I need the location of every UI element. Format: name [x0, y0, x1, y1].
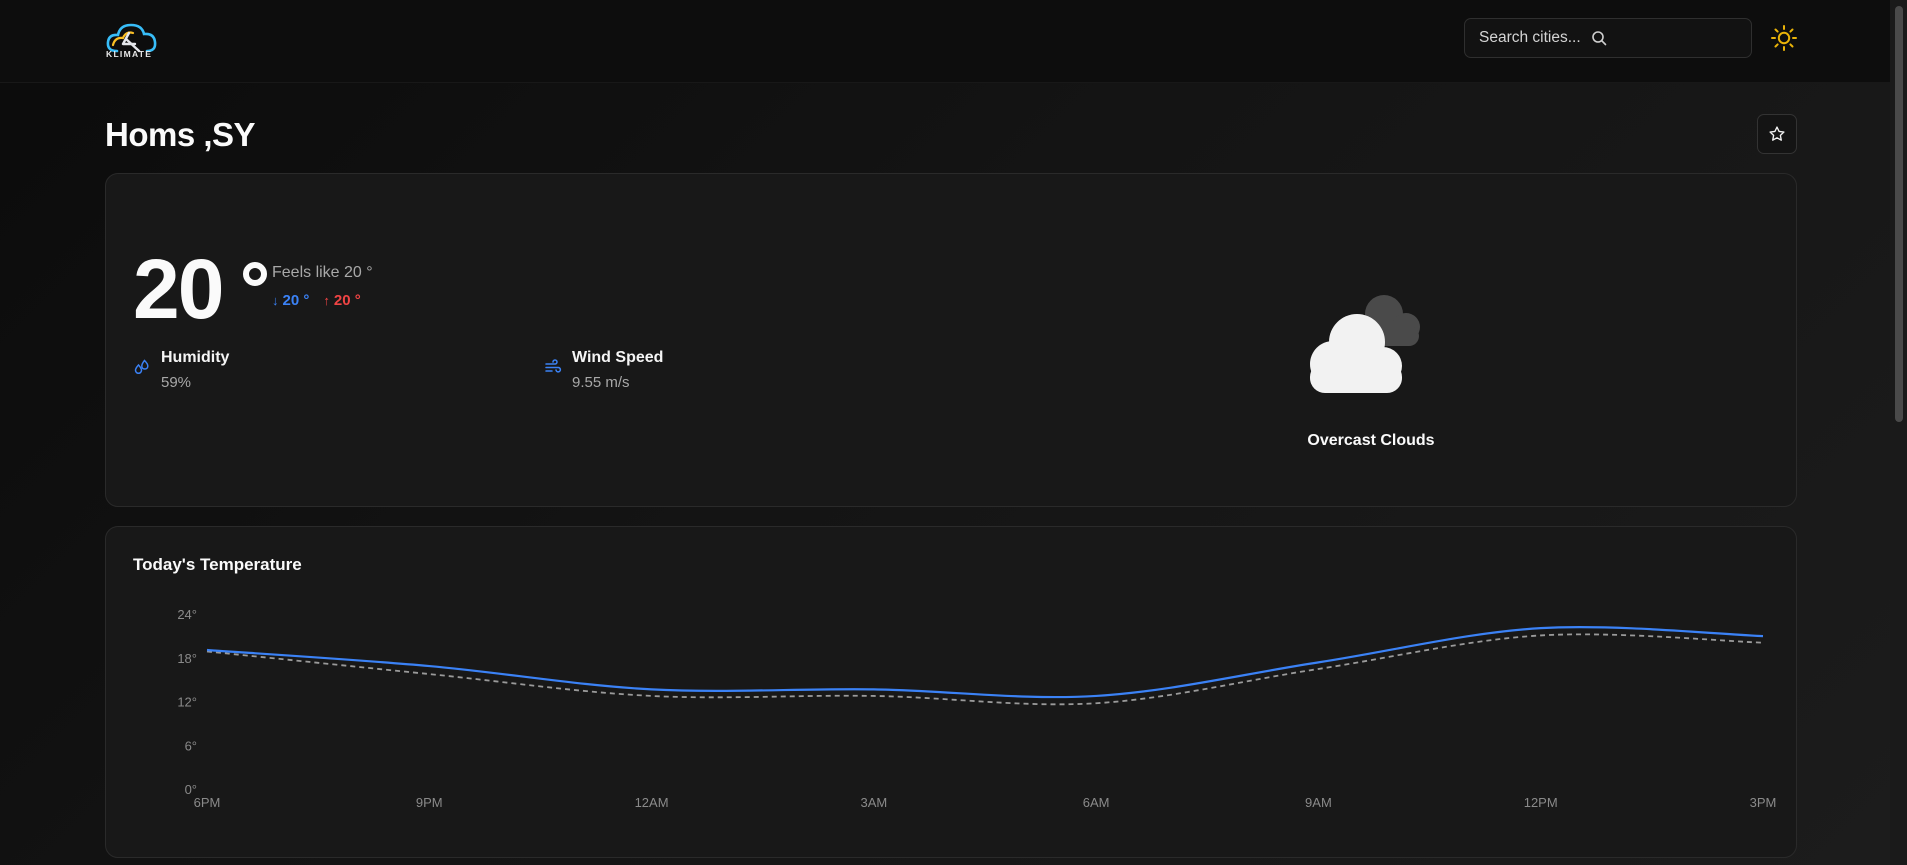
star-icon: [1769, 126, 1785, 141]
max-temperature: ↑ 20 °: [323, 292, 360, 309]
search-placeholder: Search cities...: [1479, 29, 1581, 46]
city-title: Homs ,SY: [105, 116, 256, 153]
scrollbar-thumb[interactable]: [1895, 6, 1903, 422]
x-tick-label: 9PM: [416, 795, 443, 810]
x-tick-label: 3PM: [1750, 795, 1777, 810]
temp-line: [206, 626, 1764, 699]
wind-speed-stat: Wind Speed 9.55 m/s: [544, 349, 663, 391]
max-temperature-value: 20 °: [333, 292, 361, 309]
temperature-line-chart: 0°6°12°18°24°6PM 9PM 12AM 3AM 6AM 9AM 12PM 3PM: [177, 607, 1777, 810]
x-tick-label: 9AM: [1305, 795, 1332, 810]
x-tick-label: 12AM: [635, 795, 669, 810]
x-tick-label: 12PM: [1524, 795, 1558, 810]
app-header: KLIMATE Search cities...: [0, 0, 1890, 83]
weather-description: Overcast Clouds: [1307, 432, 1435, 449]
min-max-temperature: ↓ 20 ° ↑ 20 °: [272, 292, 361, 309]
degree-symbol: [243, 262, 267, 286]
x-tick-label: 3AM: [860, 795, 887, 810]
y-tick-label: 24°: [177, 607, 197, 622]
x-tick-label: 6PM: [194, 795, 221, 810]
droplets-icon: [134, 359, 149, 374]
city-search-button[interactable]: Search cities...: [1464, 18, 1752, 58]
overcast-clouds-icon: [1310, 295, 1420, 393]
y-tick-label: 6°: [185, 738, 197, 753]
theme-toggle-sun-icon[interactable]: [1770, 24, 1798, 52]
humidity-value: 59%: [161, 374, 192, 391]
x-tick-label: 6AM: [1083, 795, 1110, 810]
arrow-up-icon: ↑: [323, 293, 330, 308]
current-weather-card: 20 Feels like 20 ° ↓ 20 ° ↑ 20 ° Humidit…: [105, 173, 1797, 507]
feels-like: Feels like 20 °: [272, 264, 373, 281]
humidity-label: Humidity: [161, 349, 230, 366]
wind-speed-value: 9.55 m/s: [572, 374, 630, 391]
search-icon: [1591, 31, 1606, 46]
page-scrollbar[interactable]: [1890, 0, 1907, 865]
temperature-chart-card: Today's Temperature 0° 6° 12° 18° 24° 6PM 9PM 1…: [105, 526, 1797, 858]
humidity-stat: Humidity 59%: [133, 349, 229, 391]
arrow-down-icon: ↓: [272, 293, 279, 308]
y-tick-label: 12°: [177, 695, 197, 710]
wind-speed-label: Wind Speed: [572, 349, 664, 366]
min-temperature-value: 20 °: [282, 292, 310, 309]
logo-text: KLIMATE: [106, 49, 153, 59]
wind-icon: [545, 359, 562, 373]
current-temperature: 20: [133, 242, 224, 336]
favorite-button[interactable]: [1757, 114, 1797, 154]
min-temperature: ↓ 20 °: [272, 292, 309, 309]
y-tick-label: 18°: [177, 651, 197, 666]
